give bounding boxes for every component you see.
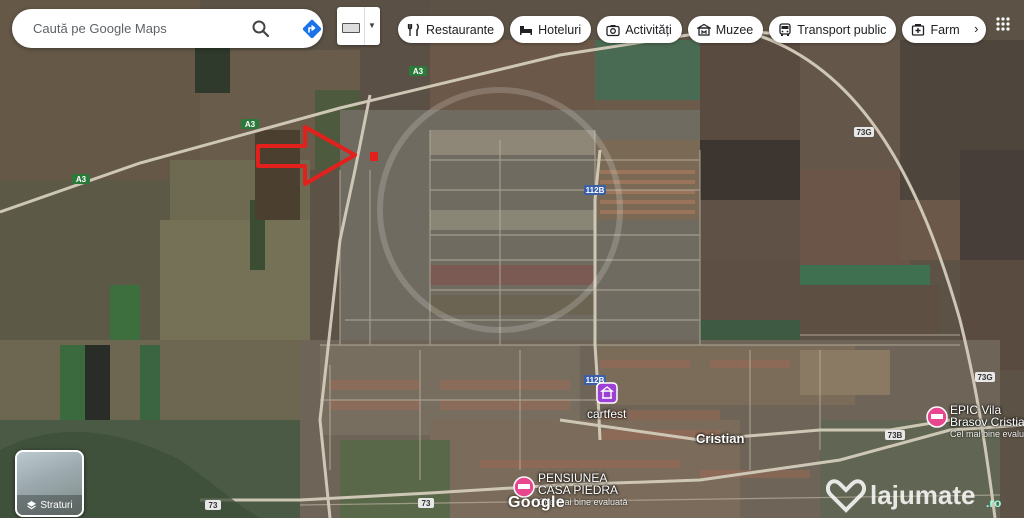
search-icon[interactable]: [251, 19, 271, 39]
watermark: lajumate .ro: [826, 476, 1022, 516]
road-label-a3: A3: [413, 67, 424, 76]
poi-cartfest-marker[interactable]: [596, 382, 618, 404]
directions-icon[interactable]: [301, 18, 323, 40]
bus-icon: [779, 22, 791, 36]
layers-label: Straturi: [40, 499, 73, 511]
bed-icon: [520, 25, 533, 35]
road-label-73: 73: [209, 501, 218, 510]
caret-down-icon[interactable]: ▼: [368, 21, 376, 30]
apps-grid-icon[interactable]: [996, 17, 1010, 31]
search-input[interactable]: [31, 20, 235, 37]
watermark-text: lajumate: [870, 480, 976, 510]
chip-label: Transport public: [797, 22, 887, 37]
chip-hotels[interactable]: Hoteluri: [510, 16, 592, 43]
chip-restaurants[interactable]: Restaurante: [398, 16, 505, 43]
museum-icon: [696, 23, 711, 36]
road-label-73g: 73G: [856, 128, 871, 137]
google-logo: Google: [508, 494, 565, 511]
chip-museums[interactable]: Muzee: [687, 16, 764, 43]
search-box: [12, 9, 323, 48]
road-label-73: 73: [422, 499, 431, 508]
town-label-cristian: Cristian: [696, 431, 745, 446]
keyboard-icon: [342, 23, 360, 33]
pharmacy-icon: [912, 23, 925, 36]
chip-label: Hoteluri: [538, 22, 582, 37]
input-tools-button[interactable]: ▼: [337, 7, 380, 45]
poi-rating-epic-vila: Cel mai bine evalua: [950, 429, 1024, 439]
fork-knife-icon: [407, 23, 419, 36]
chip-activities[interactable]: Activități: [597, 16, 682, 43]
category-chips: Restaurante Hoteluri Activități Muzee Tr…: [398, 16, 987, 43]
chip-pharmacy[interactable]: Farm ›: [902, 16, 987, 43]
satellite-map[interactable]: A3 A3 A3 73G 73G 112B 112B 73B 73 73: [0, 0, 1024, 518]
watermark-tld: .ro: [986, 496, 1002, 510]
chip-label: Restaurante: [426, 22, 495, 37]
layers-button[interactable]: Straturi: [15, 450, 84, 517]
road-label-112b: 112B: [586, 186, 605, 195]
chip-label: Activități: [625, 22, 672, 37]
camera-icon: [606, 24, 620, 36]
chevron-right-icon[interactable]: ›: [971, 21, 979, 36]
poi-label-epic-vila-line2[interactable]: Brasov Cristian: [950, 416, 1024, 428]
road-label-73g: 73G: [977, 373, 992, 382]
poi-label-cartfest[interactable]: cartfest: [587, 408, 626, 420]
poi-epic-vila-marker[interactable]: [926, 406, 948, 428]
chip-label: Farm: [930, 22, 960, 37]
road-label-a3: A3: [76, 175, 87, 184]
road-label-a3: A3: [245, 120, 256, 129]
chip-public-transport[interactable]: Transport public: [769, 16, 897, 43]
layers-icon: [27, 500, 37, 509]
road-label-73b: 73B: [888, 431, 903, 440]
chip-label: Muzee: [715, 22, 754, 37]
heart-logo-icon: [826, 479, 866, 513]
